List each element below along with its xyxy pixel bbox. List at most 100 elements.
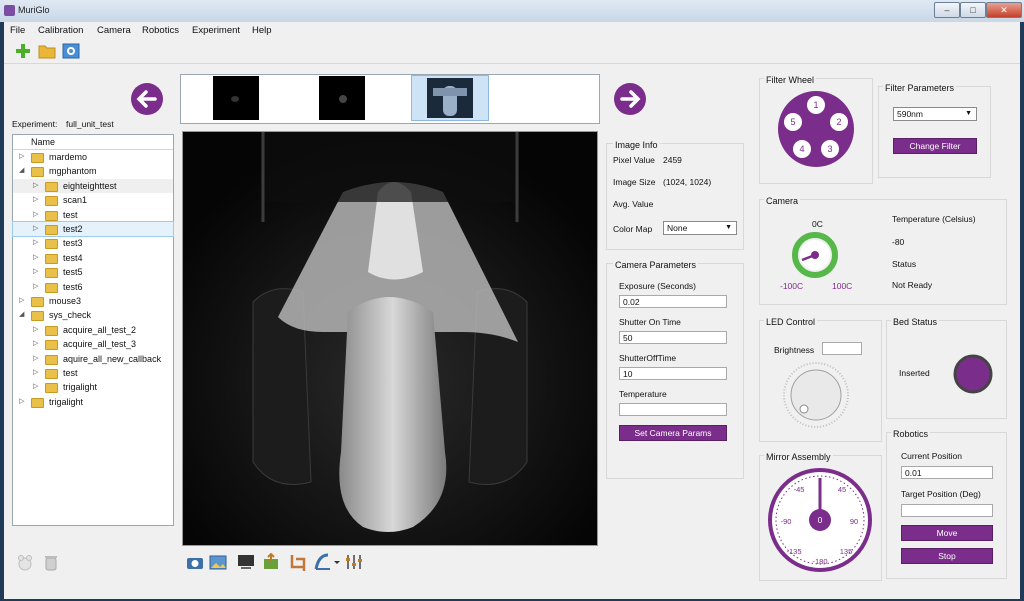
expander-icon[interactable]: ▷ — [33, 323, 38, 337]
tree-item-label: trigalight — [49, 396, 84, 407]
folder-icon — [45, 268, 58, 279]
tree-item[interactable]: ▷ trigalight — [13, 380, 173, 394]
expander-icon[interactable]: ▷ — [33, 366, 38, 380]
set-camera-params-button[interactable]: Set Camera Params — [619, 425, 727, 441]
exposure-input[interactable]: 0.02 — [619, 295, 727, 308]
chevron-down-icon[interactable] — [334, 561, 340, 564]
tree-item[interactable]: ◢ sys_check — [13, 308, 173, 322]
expander-icon[interactable]: ▷ — [33, 222, 38, 236]
tree-item[interactable]: ▷ trigalight — [13, 395, 173, 409]
expander-icon[interactable]: ▷ — [33, 179, 38, 193]
mirror-assembly-title: Mirror Assembly — [764, 452, 833, 462]
temperature-input[interactable] — [619, 403, 727, 416]
sliders-icon[interactable] — [346, 555, 362, 569]
thumbnail-3-selected[interactable] — [411, 75, 489, 121]
previous-arrow-button[interactable] — [130, 82, 164, 116]
led-control-group: LED Control Brightness — [759, 317, 882, 442]
expander-icon[interactable]: ▷ — [33, 193, 38, 207]
curve-icon[interactable] — [314, 553, 330, 570]
filter-select[interactable]: 590nm ▼ — [893, 107, 977, 121]
current-position-input[interactable]: 0.01 — [901, 466, 993, 479]
tree-header[interactable]: Name — [13, 135, 173, 150]
brightness-input[interactable] — [822, 342, 862, 355]
tree-item[interactable]: ▷ acquire_all_test_3 — [13, 337, 173, 351]
expander-icon[interactable]: ◢ — [19, 308, 24, 322]
folder-icon — [45, 210, 58, 221]
tree-item[interactable]: ▷ test5 — [13, 265, 173, 279]
tree-item[interactable]: ▷ test4 — [13, 251, 173, 265]
monitor-icon[interactable] — [238, 555, 254, 569]
folder-icon[interactable] — [38, 42, 56, 60]
tree-item-label: trigalight — [63, 382, 98, 393]
camera-icon[interactable] — [187, 558, 203, 569]
expander-icon[interactable]: ▷ — [19, 395, 24, 409]
folder-icon — [45, 354, 58, 365]
expander-icon[interactable]: ▷ — [19, 150, 24, 164]
folder-icon — [31, 297, 44, 307]
tree-item[interactable]: ▷ test6 — [13, 280, 173, 294]
menu-experiment[interactable]: Experiment — [192, 25, 240, 36]
experiment-tree[interactable]: Name ▷ mardemo ◢ mgphantom ▷ eighteighttest ▷ s… — [12, 134, 174, 526]
expander-icon[interactable]: ▷ — [33, 337, 38, 351]
move-button[interactable]: Move — [901, 525, 993, 541]
tree-item[interactable]: ▷ test2 — [12, 221, 174, 237]
tree-item[interactable]: ▷ test — [13, 366, 173, 380]
menu-help[interactable]: Help — [252, 25, 272, 36]
tree-item[interactable]: ▷ mardemo — [13, 150, 173, 164]
tree-item[interactable]: ▷ eighteighttest — [13, 178, 173, 193]
colormap-select[interactable]: None ▼ — [663, 221, 737, 235]
expander-icon[interactable]: ▷ — [33, 380, 38, 394]
tree-item[interactable]: ▷ aquire_all_new_callback — [13, 352, 173, 366]
bed-status-title: Bed Status — [891, 317, 940, 327]
thumbnail-2[interactable] — [319, 76, 365, 120]
menu-file[interactable]: File — [10, 25, 25, 36]
tree-item-label: test4 — [63, 252, 83, 263]
folder-icon — [31, 397, 44, 408]
expander-icon[interactable]: ▷ — [33, 265, 38, 279]
mouse-icon[interactable] — [16, 554, 34, 572]
menu-calibration[interactable]: Calibration — [38, 25, 83, 36]
image-icon[interactable] — [209, 555, 227, 570]
target-position-input[interactable] — [901, 504, 993, 517]
expander-icon[interactable]: ▷ — [33, 208, 38, 222]
mirror-tick-minus-135: -135 — [786, 547, 801, 556]
expander-icon[interactable]: ▷ — [19, 294, 24, 308]
maximize-button[interactable]: □ — [960, 2, 986, 18]
expander-icon[interactable]: ▷ — [33, 236, 38, 250]
trash-icon[interactable] — [42, 554, 60, 572]
shutter-on-input[interactable]: 50 — [619, 331, 727, 344]
app-icon — [4, 5, 15, 16]
change-filter-button[interactable]: Change Filter — [893, 138, 977, 154]
tree-item[interactable]: ▷ test — [13, 208, 173, 222]
plus-icon[interactable] — [14, 42, 32, 60]
main-image-view[interactable] — [182, 131, 598, 546]
minimize-button[interactable]: – — [934, 2, 960, 18]
filter-wheel-graphic[interactable]: 1 2 3 4 5 — [776, 89, 856, 169]
thumbnail-1[interactable] — [213, 76, 259, 120]
close-button[interactable]: ✕ — [986, 2, 1022, 18]
tree-item[interactable]: ◢ mgphantom — [13, 164, 173, 178]
tree-item[interactable]: ▷ mouse3 — [13, 294, 173, 308]
main-window: File Calibration Camera Robotics Experim… — [4, 22, 1020, 599]
brightness-label: Brightness — [774, 345, 815, 355]
camera-title: Camera — [764, 196, 801, 206]
expander-icon[interactable]: ▷ — [33, 251, 38, 265]
export-icon[interactable] — [264, 553, 278, 569]
mirror-dial[interactable]: 0 -45 45 -90 90 -135 135 -180 — [766, 464, 874, 574]
tree-item[interactable]: ▷ test3 — [13, 236, 173, 250]
menu-robotics[interactable]: Robotics — [142, 25, 179, 36]
next-arrow-button[interactable] — [613, 82, 647, 116]
menu-camera[interactable]: Camera — [97, 25, 131, 36]
stop-button[interactable]: Stop — [901, 548, 993, 564]
expander-icon[interactable]: ▷ — [33, 280, 38, 294]
expander-icon[interactable]: ▷ — [33, 352, 38, 366]
brightness-knob[interactable] — [782, 361, 850, 429]
tree-item[interactable]: ▷ acquire_all_test_2 — [13, 323, 173, 337]
tree-item-label: eighteighttest — [63, 180, 117, 191]
crop-icon[interactable] — [290, 555, 306, 571]
tree-item[interactable]: ▷ scan1 — [13, 193, 173, 207]
temperature-label: Temperature — [619, 389, 667, 399]
settings-icon[interactable] — [62, 42, 80, 60]
shutter-off-input[interactable]: 10 — [619, 367, 727, 380]
expander-icon[interactable]: ◢ — [19, 164, 24, 178]
